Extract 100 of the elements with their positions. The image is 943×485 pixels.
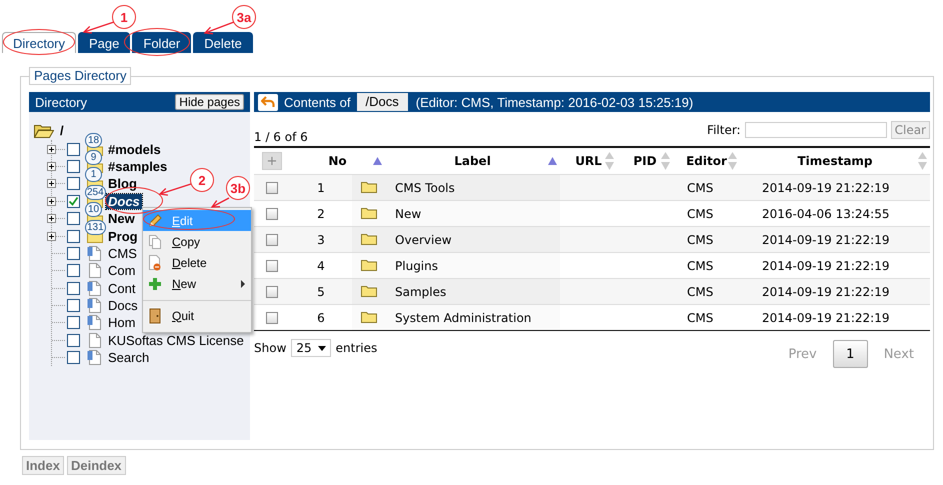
expand-icon[interactable]	[47, 144, 56, 154]
expand-icon[interactable]	[47, 214, 56, 224]
checkbox[interactable]	[67, 142, 80, 156]
column-header[interactable]: Editor	[686, 154, 727, 168]
table-cell: 2014-09-19 21:22:19	[762, 310, 890, 324]
show-label: Show	[254, 341, 286, 355]
tree-item[interactable]: Cont	[106, 280, 138, 296]
tree-item[interactable]: Com	[106, 263, 138, 278]
menu-item[interactable]: Delete	[143, 252, 251, 273]
column-header[interactable]: PID	[633, 154, 657, 168]
sort-ascending-icon[interactable]	[548, 157, 558, 165]
row-checkbox[interactable]	[266, 260, 278, 272]
tree-item[interactable]: New	[106, 211, 137, 226]
checkbox[interactable]	[67, 230, 80, 243]
page-size-dropdown[interactable]: 25	[291, 339, 331, 357]
column-header[interactable]: URL	[575, 154, 602, 168]
hide-pages-button[interactable]: Hide pages	[175, 94, 244, 110]
folder-icon	[360, 258, 376, 270]
tab[interactable]: Delete	[193, 32, 253, 53]
table-cell: 1	[317, 180, 325, 194]
table-cell: 2014-09-19 21:22:19	[762, 284, 890, 298]
caret-icon[interactable]	[318, 346, 326, 350]
table-cell: 4	[317, 258, 325, 272]
page-icon	[87, 280, 101, 296]
count-badge: 131	[85, 220, 106, 235]
tree-item[interactable]: CMS	[106, 246, 139, 261]
tree-item[interactable]: Prog	[106, 228, 140, 244]
column-header[interactable]: Timestamp	[798, 154, 873, 168]
tree-item[interactable]: Docs	[106, 194, 142, 209]
tree-item[interactable]: Hom	[106, 315, 138, 330]
menu-item[interactable]: New	[143, 273, 251, 294]
checkbox[interactable]	[67, 316, 80, 330]
door-icon	[147, 308, 163, 324]
tree-item[interactable]: Blog	[106, 176, 139, 192]
table-cell[interactable]: Overview	[395, 232, 452, 246]
row-checkbox[interactable]	[266, 286, 278, 298]
table-cell[interactable]: CMS Tools	[395, 180, 455, 194]
page-icon	[87, 315, 101, 330]
checkbox[interactable]	[67, 212, 80, 226]
submenu-arrow-icon	[241, 280, 245, 288]
row-checkbox[interactable]	[266, 208, 278, 220]
directory-title: Directory	[35, 94, 88, 110]
expand-icon[interactable]	[47, 179, 56, 188]
tree-item[interactable]: Docs	[106, 298, 140, 314]
expand-icon[interactable]	[47, 196, 56, 206]
tab[interactable]: Folder	[132, 32, 192, 53]
table-cell: 5	[317, 284, 325, 298]
tree-item[interactable]: Search	[106, 350, 152, 366]
tree-item[interactable]: /	[58, 123, 66, 138]
back-button[interactable]	[258, 94, 278, 110]
tree-item[interactable]: KUSoftas CMS License	[106, 332, 246, 348]
page-icon	[87, 332, 101, 348]
menu-item[interactable]: Quit	[143, 300, 251, 326]
checkbox[interactable]	[67, 160, 80, 173]
table-cell: 2014-09-19 21:22:19	[762, 258, 890, 272]
table-cell[interactable]: Samples	[395, 284, 446, 298]
callout-number: 3a	[232, 5, 256, 29]
filter-label: Filter:	[707, 123, 741, 137]
checkbox[interactable]	[67, 351, 80, 364]
sort-ascending-icon[interactable]	[373, 157, 382, 165]
page-button[interactable]: 1	[832, 340, 868, 368]
row-checkbox[interactable]	[266, 312, 278, 324]
record-summary: 1 / 6 of 6	[254, 130, 308, 144]
tab[interactable]: Directory	[2, 32, 76, 53]
table-cell[interactable]: New	[395, 206, 422, 220]
checkbox[interactable]	[67, 177, 80, 190]
checkbox[interactable]	[67, 246, 80, 260]
contents-label: Contents of	[284, 94, 350, 110]
highlight-ellipse	[3, 29, 75, 55]
table-cell: 2016-04-06 13:24:55	[762, 206, 890, 220]
tree-item[interactable]: #samples	[106, 158, 170, 174]
table-cell: CMS	[687, 206, 714, 220]
table-cell: 6	[317, 310, 325, 324]
menu-item[interactable]: Copy	[143, 231, 251, 252]
contents-info: (Editor: CMS, Timestamp: 2016-02-03 15:25:19)	[416, 94, 694, 110]
column-header[interactable]: Label	[454, 154, 491, 168]
table-cell: 2	[317, 206, 325, 220]
highlight-ellipse	[124, 28, 190, 56]
row-checkbox[interactable]	[266, 182, 278, 194]
checkbox[interactable]	[67, 194, 80, 208]
checkbox[interactable]	[67, 334, 80, 347]
tab[interactable]: Page	[78, 32, 130, 53]
table-cell[interactable]: Plugins	[395, 258, 438, 272]
checkbox[interactable]	[67, 299, 80, 312]
expand-icon[interactable]	[47, 162, 56, 171]
page-icon	[87, 246, 101, 261]
entries-label: entries	[336, 341, 378, 355]
copy-icon	[147, 234, 163, 250]
count-badge: 254	[85, 184, 106, 200]
table-cell: 2014-09-19 21:22:19	[762, 232, 890, 246]
tree-item[interactable]: #models	[106, 142, 163, 157]
checkbox[interactable]	[67, 282, 80, 295]
checkbox[interactable]	[67, 264, 80, 278]
filter-field[interactable]	[744, 122, 887, 138]
column-header[interactable]: No	[328, 154, 347, 168]
table-cell: CMS	[687, 284, 714, 298]
row-checkbox[interactable]	[266, 234, 278, 246]
folder-icon	[360, 232, 376, 244]
expand-icon[interactable]	[47, 232, 56, 241]
path-field: /Docs	[356, 93, 408, 111]
